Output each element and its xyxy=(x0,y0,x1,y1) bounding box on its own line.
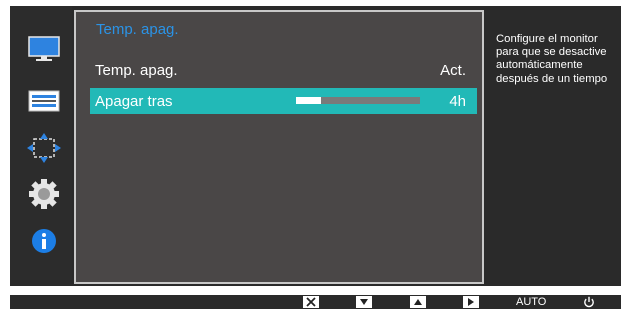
menu-item-label: Apagar tras xyxy=(95,92,173,110)
menu-item-value: 4h xyxy=(449,92,466,110)
power-icon[interactable] xyxy=(582,295,596,309)
osd-sidebar xyxy=(10,6,72,280)
button-guide-bar: AUTO xyxy=(10,295,621,309)
help-text: Configure el monitor para que se desacti… xyxy=(496,33,608,85)
auto-button[interactable]: AUTO xyxy=(516,295,546,309)
menu-item-label: Temp. apag. xyxy=(95,61,178,79)
menu-item-value: Act. xyxy=(440,61,466,79)
menu-item-apagar-tras[interactable]: Apagar tras 4h xyxy=(90,88,477,114)
information-icon[interactable] xyxy=(27,226,61,256)
onscreen-display-icon[interactable] xyxy=(27,86,61,116)
osd-menu-panel: Temp. apag. Temp. apag. Act. Apagar tras… xyxy=(74,10,484,284)
down-arrow-key-icon[interactable] xyxy=(356,296,372,308)
up-arrow-key-icon[interactable] xyxy=(410,296,426,308)
menu-title: Temp. apag. xyxy=(96,21,179,38)
help-panel: Configure el monitor para que se desacti… xyxy=(486,6,621,280)
menu-item-temp-apag[interactable]: Temp. apag. Act. xyxy=(90,57,477,83)
timer-slider[interactable] xyxy=(296,97,420,104)
position-size-icon[interactable] xyxy=(27,133,61,163)
close-key-icon[interactable] xyxy=(303,296,319,308)
settings-gear-icon[interactable] xyxy=(27,179,61,209)
timer-slider-fill xyxy=(296,97,321,104)
picture-icon[interactable] xyxy=(27,34,61,64)
right-arrow-key-icon[interactable] xyxy=(463,296,479,308)
